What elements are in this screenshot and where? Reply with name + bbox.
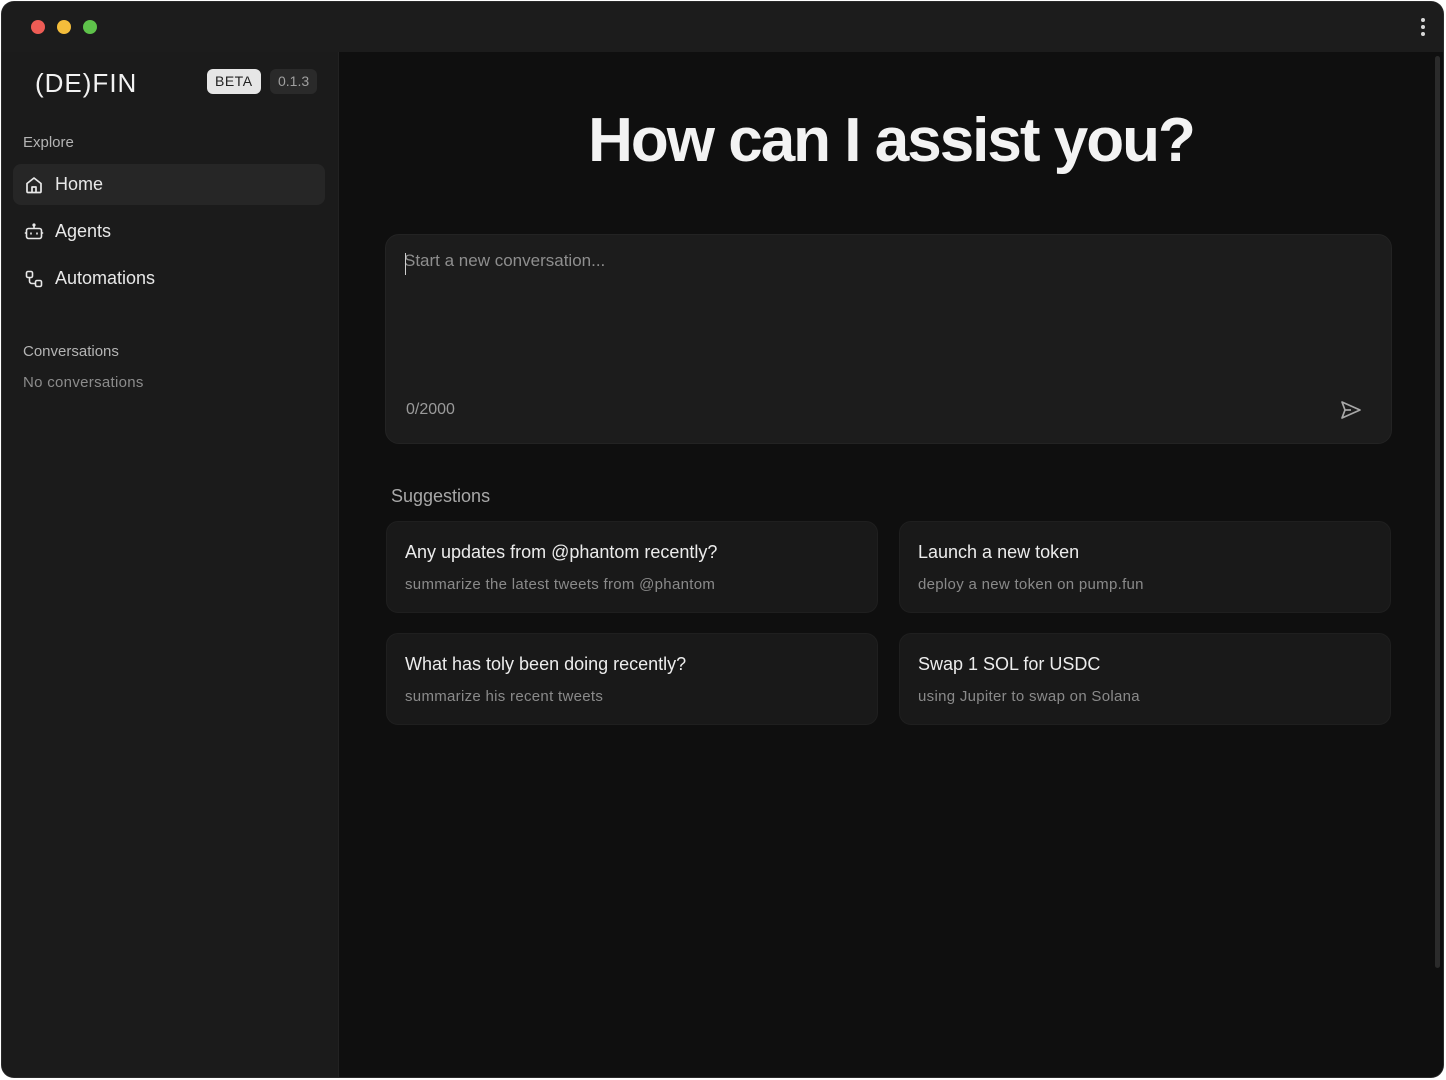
- sidebar-item-automations[interactable]: Automations: [13, 258, 325, 299]
- suggestion-subtitle: summarize his recent tweets: [405, 688, 604, 705]
- more-vertical-icon[interactable]: [1421, 18, 1425, 36]
- suggestion-subtitle: summarize the latest tweets from @phanto…: [405, 576, 716, 593]
- sidebar-item-label: Automations: [55, 268, 156, 288]
- scrollbar[interactable]: [1435, 56, 1440, 968]
- close-window-button[interactable]: [31, 20, 45, 34]
- suggestion-title: Swap 1 SOL for USDC: [918, 654, 1101, 674]
- app-window: (DE)FIN BETA 0.1.3 Explore Home Agents A…: [2, 2, 1443, 1077]
- character-counter: 0/2000: [406, 401, 455, 418]
- suggestion-subtitle: deploy a new token on pump.fun: [918, 576, 1144, 593]
- composer: 0/2000: [385, 234, 1392, 444]
- sidebar-item-label: Home: [55, 174, 104, 194]
- page-title: How can I assist you?: [588, 106, 1196, 175]
- suggestion-card[interactable]: Any updates from @phantom recently? summ…: [386, 521, 878, 613]
- explore-section-label: Explore: [23, 134, 74, 151]
- conversation-input[interactable]: [404, 251, 1364, 371]
- suggestion-title: Launch a new token: [918, 542, 1080, 562]
- text-caret: [405, 253, 406, 275]
- conversations-section-label: Conversations: [23, 343, 119, 360]
- main-content: How can I assist you? 0/2000 Suggestions…: [339, 52, 1443, 1077]
- app-logo[interactable]: (DE)FIN: [35, 68, 137, 99]
- sidebar: (DE)FIN BETA 0.1.3 Explore Home Agents A…: [2, 52, 339, 1077]
- zoom-window-button[interactable]: [83, 20, 97, 34]
- minimize-window-button[interactable]: [57, 20, 71, 34]
- send-button[interactable]: [1339, 398, 1363, 422]
- version-badge: 0.1.3: [270, 69, 318, 94]
- sidebar-item-agents[interactable]: Agents: [13, 211, 325, 252]
- sidebar-item-label: Agents: [55, 221, 112, 241]
- empty-conversations-text: No conversations: [23, 374, 144, 391]
- workflow-icon: [24, 269, 44, 289]
- suggestions-label: Suggestions: [391, 486, 491, 506]
- send-icon: [1341, 401, 1361, 419]
- suggestion-card[interactable]: What has toly been doing recently? summa…: [386, 633, 878, 725]
- suggestion-card[interactable]: Swap 1 SOL for USDC using Jupiter to swa…: [899, 633, 1391, 725]
- suggestion-subtitle: using Jupiter to swap on Solana: [918, 688, 1140, 705]
- robot-icon: [24, 222, 44, 242]
- sidebar-item-home[interactable]: Home: [13, 164, 325, 205]
- suggestion-card[interactable]: Launch a new token deploy a new token on…: [899, 521, 1391, 613]
- beta-badge: BETA: [207, 69, 261, 94]
- suggestion-title: Any updates from @phantom recently?: [405, 542, 718, 562]
- suggestion-title: What has toly been doing recently?: [405, 654, 687, 674]
- home-icon: [24, 175, 44, 195]
- title-bar: [2, 2, 1443, 52]
